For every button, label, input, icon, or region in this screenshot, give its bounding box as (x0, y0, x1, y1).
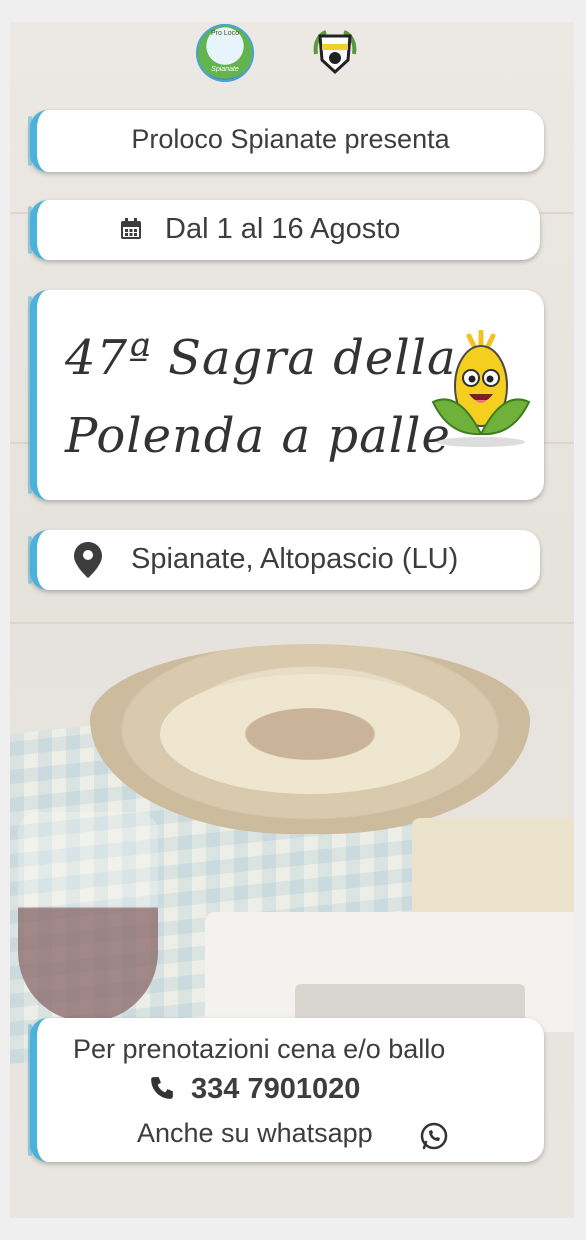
corn-mascot-icon (431, 330, 531, 447)
dates-card: Dal 1 al 16 Agosto (28, 200, 540, 260)
phone-icon (151, 1077, 173, 1099)
whatsapp-text: Anche su whatsapp (137, 1118, 373, 1148)
calendar-icon (121, 218, 141, 239)
location-text: Spianate, Altopascio (LU) (131, 543, 459, 575)
booking-info: Per prenotazioni cena e/o ballo (73, 1034, 446, 1064)
event-title-line1: 47ª Sagra della (65, 330, 457, 386)
location-card: Spianate, Altopascio (LU) (28, 530, 540, 590)
event-title-card: 47ª Sagra della Polenda a palle (28, 290, 544, 500)
map-pin-icon (74, 542, 102, 578)
phone-number[interactable]: 334 7901020 (191, 1073, 360, 1106)
presenter-text: Proloco Spianate presenta (131, 124, 450, 154)
whatsapp-icon[interactable] (419, 1121, 449, 1151)
spianate-calcio-logo (306, 24, 364, 82)
booking-card: Per prenotazioni cena e/o ballo 334 7901… (28, 1018, 544, 1162)
presenter-card: Proloco Spianate presenta (28, 110, 544, 172)
event-title-line2: Polenda a palle (65, 408, 451, 464)
proloco-logo: Pro Loco Spianate (196, 24, 254, 82)
dates-text: Dal 1 al 16 Agosto (165, 213, 401, 245)
